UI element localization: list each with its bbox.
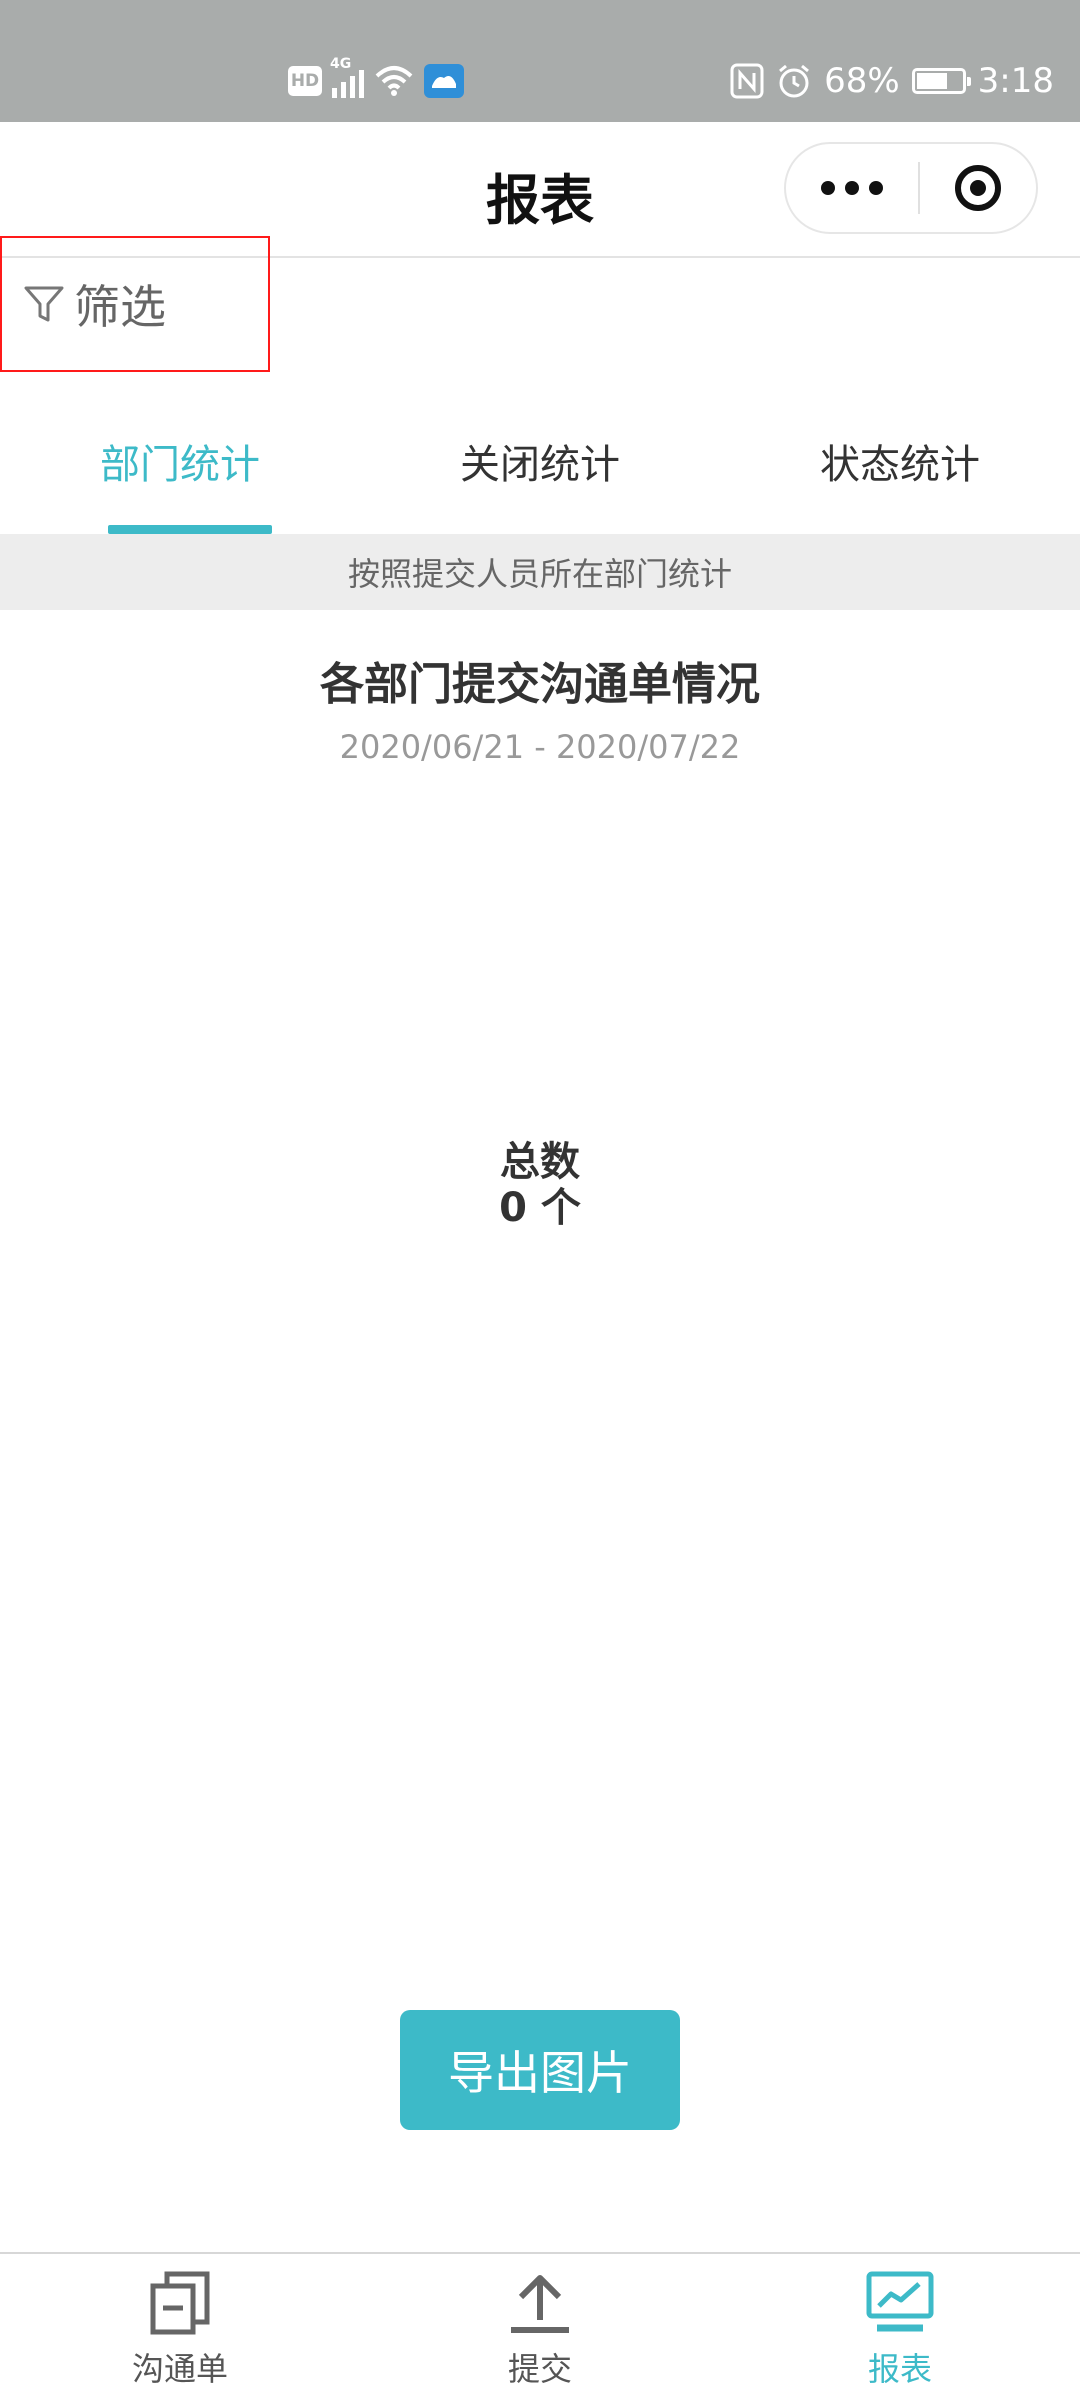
close-mini-program-button[interactable] xyxy=(920,144,1036,232)
battery-percent: 68% xyxy=(824,61,900,101)
status-icons-left: HD 4G xyxy=(288,56,464,104)
more-menu-button[interactable] xyxy=(786,144,918,232)
wifi-icon xyxy=(375,66,413,96)
chart-date-range: 2020/06/21 - 2020/07/22 xyxy=(339,728,741,766)
document-icon xyxy=(150,2271,210,2335)
hd-icon: HD xyxy=(288,66,322,96)
mini-program-capsule xyxy=(784,142,1038,234)
alarm-icon xyxy=(779,64,810,98)
dot-icon xyxy=(869,181,883,195)
app-notification-icon xyxy=(424,64,464,98)
chart-title: 各部门提交沟通单情况 xyxy=(320,659,760,710)
status-bar: HD 4G 68% 3:18 xyxy=(0,0,1080,122)
tab-close-stats[interactable]: 关闭统计 xyxy=(360,388,720,534)
chart-icon xyxy=(866,2271,934,2332)
target-icon xyxy=(955,165,1001,211)
upload-icon xyxy=(511,2275,569,2333)
clock: 3:18 xyxy=(977,61,1054,101)
bottom-tab-bar: 沟通单 提交 报表 xyxy=(0,2252,1080,2400)
export-image-button[interactable]: 导出图片 xyxy=(400,2010,680,2130)
tabbar-item-submit[interactable]: 提交 xyxy=(360,2254,720,2400)
cellular-signal-icon: 4G xyxy=(330,56,364,98)
tab-department-stats[interactable]: 部门统计 xyxy=(0,388,360,534)
chart-canvas xyxy=(0,800,1080,1980)
funnel-icon xyxy=(24,286,64,322)
chart-total-label: 总数 xyxy=(500,1139,580,1185)
section-subtitle: 按照提交人员所在部门统计 xyxy=(0,534,1080,610)
status-icons-right: 68% 3:18 xyxy=(730,56,1054,106)
tabbar-item-communication[interactable]: 沟通单 xyxy=(0,2254,360,2400)
battery-icon xyxy=(911,68,971,94)
dot-icon xyxy=(821,181,835,195)
tab-status-stats[interactable]: 状态统计 xyxy=(720,388,1080,534)
tabbar-item-report[interactable]: 报表 xyxy=(720,2254,1080,2400)
nfc-icon xyxy=(730,63,764,99)
stats-tabs: 部门统计 关闭统计 状态统计 xyxy=(0,388,1080,534)
dot-icon xyxy=(845,181,859,195)
filter-button[interactable]: 筛选 xyxy=(0,236,270,372)
chart-total-value: 0 个 xyxy=(499,1185,581,1231)
filter-label: 筛选 xyxy=(74,280,166,334)
